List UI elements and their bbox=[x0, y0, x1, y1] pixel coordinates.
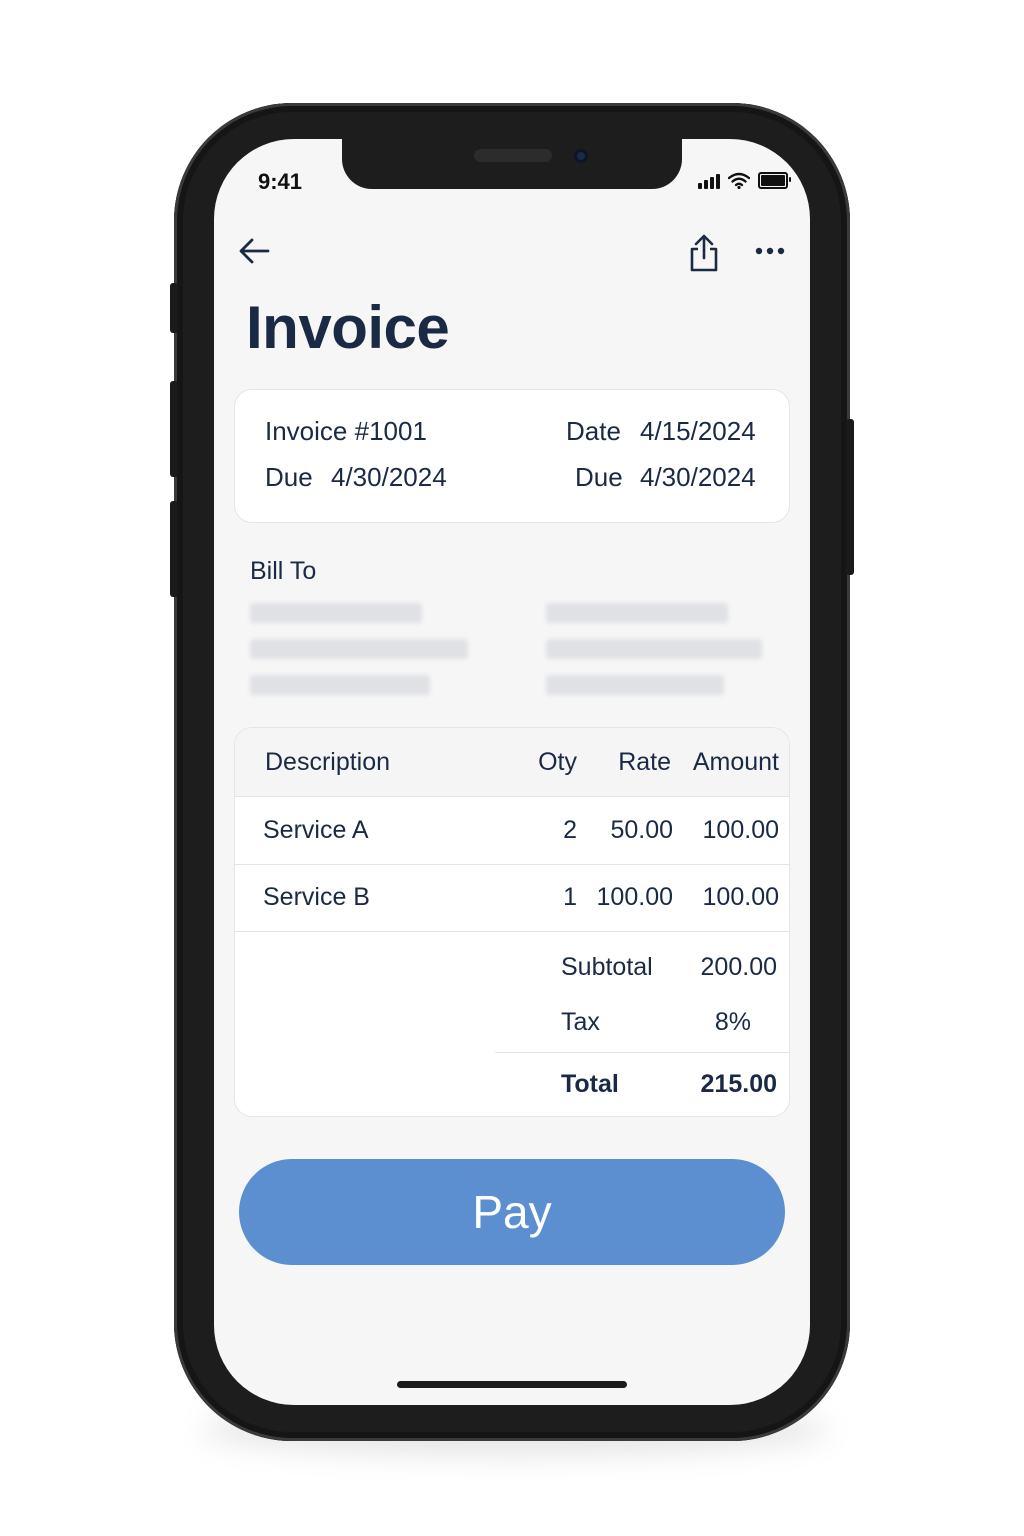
column-header-amount: Amount bbox=[692, 748, 779, 776]
due-date-value: 4/30/2024 bbox=[331, 462, 447, 492]
front-camera bbox=[574, 149, 588, 163]
battery-icon bbox=[758, 172, 791, 189]
total-divider bbox=[495, 1052, 789, 1053]
earpiece-speaker bbox=[474, 149, 552, 162]
more-button[interactable] bbox=[750, 231, 790, 271]
wifi-icon bbox=[728, 172, 750, 189]
ellipsis-icon bbox=[755, 247, 785, 255]
tax-label: Tax bbox=[561, 1008, 600, 1036]
line-items-card: Description Oty Rate Amount Service A 2 … bbox=[234, 727, 790, 1117]
bill-to-label: Bill To bbox=[250, 557, 317, 585]
silent-switch bbox=[170, 283, 178, 333]
home-indicator[interactable] bbox=[397, 1381, 627, 1388]
phone-frame: 9:41 Invoice Invoice #1001 Due 4/30/2024… bbox=[170, 103, 854, 1441]
notch bbox=[342, 139, 682, 189]
column-header-qty: Oty bbox=[538, 748, 577, 776]
invoice-number: Invoice #1001 bbox=[265, 416, 427, 446]
row-rate: 50.00 bbox=[610, 816, 673, 844]
share-button[interactable] bbox=[684, 231, 724, 275]
row-description: Service B bbox=[263, 883, 370, 911]
row-rate: 100.00 bbox=[596, 883, 673, 911]
invoice-meta-card: Invoice #1001 Due 4/30/2024 Date 4/15/20… bbox=[234, 389, 790, 523]
power-button bbox=[846, 419, 854, 575]
row-divider bbox=[235, 931, 789, 932]
subtotal-value: 200.00 bbox=[700, 953, 777, 981]
share-icon bbox=[690, 234, 718, 272]
arrow-left-icon bbox=[239, 238, 270, 264]
pay-button[interactable]: Pay bbox=[239, 1159, 785, 1265]
row-qty: 2 bbox=[563, 816, 577, 844]
volume-down-button bbox=[170, 501, 178, 597]
tax-value: 8% bbox=[714, 1008, 751, 1036]
row-description: Service A bbox=[263, 816, 369, 844]
volume-up-button bbox=[170, 381, 178, 477]
page-title: Invoice bbox=[246, 294, 450, 361]
back-button[interactable] bbox=[234, 231, 274, 271]
due-date-label-secondary: Due bbox=[575, 462, 623, 492]
column-header-description: Description bbox=[265, 748, 391, 776]
total-label: Total bbox=[561, 1070, 619, 1098]
invoice-date-label: Date bbox=[566, 416, 621, 446]
row-amount: 100.00 bbox=[702, 883, 779, 911]
total-value: 215.00 bbox=[700, 1070, 777, 1098]
table-header: Description Oty Rate Amount bbox=[235, 728, 789, 797]
status-icons bbox=[698, 172, 791, 189]
status-time: 9:41 bbox=[258, 169, 303, 194]
cellular-signal-icon bbox=[698, 173, 720, 189]
row-qty: 1 bbox=[563, 883, 577, 911]
invoice-date-value: 4/15/2024 bbox=[640, 416, 756, 446]
row-divider bbox=[235, 864, 789, 865]
row-amount: 100.00 bbox=[702, 816, 779, 844]
screen: 9:41 Invoice Invoice #1001 Due 4/30/2024… bbox=[214, 139, 810, 1405]
subtotal-label: Subtotal bbox=[561, 953, 653, 981]
due-date-label: Due bbox=[265, 462, 313, 492]
due-date-value-secondary: 4/30/2024 bbox=[640, 462, 756, 492]
column-header-rate: Rate bbox=[618, 748, 671, 776]
